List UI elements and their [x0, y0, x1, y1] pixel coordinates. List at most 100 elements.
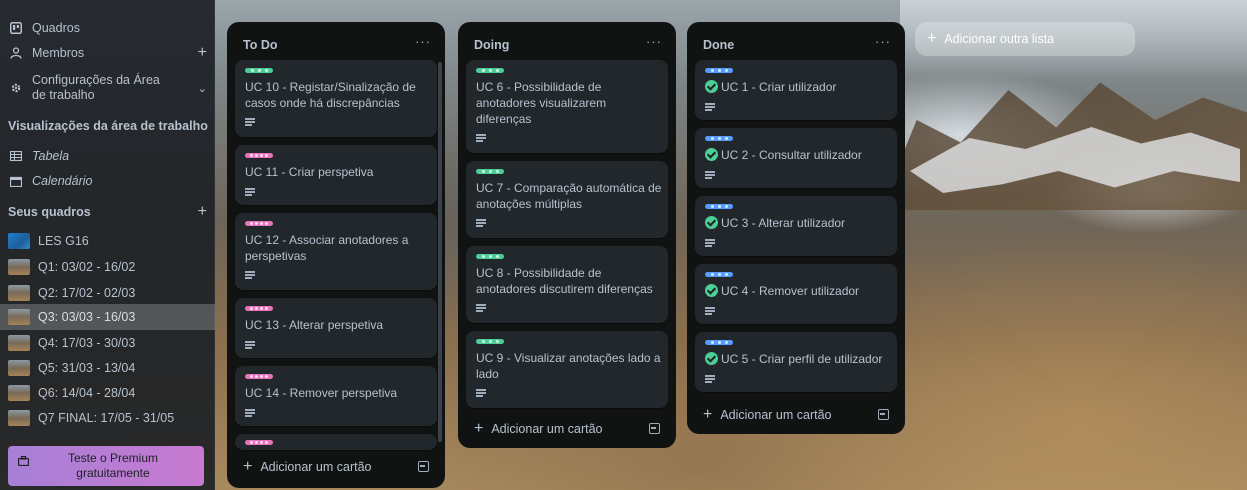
complete-check-icon[interactable]	[705, 352, 718, 365]
card-template-icon[interactable]	[649, 423, 660, 434]
card-label-green[interactable]	[476, 68, 504, 73]
briefcase-icon	[17, 455, 30, 469]
sidebar-item-membros[interactable]: Membros +	[0, 40, 215, 66]
sidebar-item-configuracoes[interactable]: Configurações da Área de trabalho ⌄	[0, 70, 215, 106]
plus-icon: +	[927, 30, 937, 47]
list-doing: Doing ··· UC 6 - Possibilidade de anotad…	[458, 22, 676, 448]
card-label-pink[interactable]	[245, 153, 273, 158]
card[interactable]: UC 6 - Possibilidade de anotadores visua…	[466, 60, 668, 153]
card-label-green[interactable]	[476, 254, 504, 259]
sidebar-item-label: Tabela	[32, 149, 70, 163]
board-thumbnail	[8, 335, 30, 351]
card-title-text: UC 2 - Consultar utilizador	[721, 148, 862, 162]
add-card-button[interactable]: + Adicionar um cartão	[243, 458, 372, 476]
plus-icon: +	[243, 458, 253, 475]
card[interactable]: UC 3 - Alterar utilizador	[695, 196, 897, 256]
add-card-button[interactable]: + Adicionar um cartão	[474, 420, 603, 438]
card-label-green[interactable]	[476, 339, 504, 344]
description-icon	[245, 188, 255, 196]
section-heading-visualizacoes: Visualizações da área de trabalho	[8, 119, 208, 133]
card-template-icon[interactable]	[418, 461, 429, 472]
card-title-text: UC 4 - Remover utilizador	[721, 284, 860, 298]
description-icon	[476, 219, 486, 227]
sidebar-board-item[interactable]: Q2: 17/02 - 02/03	[0, 280, 215, 306]
description-icon	[476, 134, 486, 142]
card[interactable]: UC 2 - Consultar utilizador	[695, 128, 897, 188]
card[interactable]: UC 9 - Visualizar anotações lado a lado	[466, 331, 668, 408]
description-icon	[705, 375, 715, 383]
add-list-button[interactable]: + Adicionar outra lista	[915, 22, 1135, 56]
card[interactable]: UC 8 - Possibilidade de anotadores discu…	[466, 246, 668, 323]
list-menu-icon[interactable]: ···	[646, 34, 662, 49]
chevron-down-icon[interactable]: ⌄	[198, 82, 207, 95]
board-label: Q5: 31/03 - 13/04	[38, 361, 136, 375]
list-menu-icon[interactable]: ···	[415, 34, 431, 49]
card-label-blue[interactable]	[705, 340, 733, 345]
description-icon	[245, 341, 255, 349]
sidebar-item-label: Membros	[32, 46, 85, 60]
list-title[interactable]: To Do	[243, 38, 277, 52]
complete-check-icon[interactable]	[705, 148, 718, 161]
card[interactable]: UC 1 - Criar utilizador	[695, 60, 897, 120]
sidebar-board-item-active[interactable]: Q3: 03/03 - 16/03	[0, 304, 215, 330]
card-label-blue[interactable]	[705, 68, 733, 73]
sidebar-board-item[interactable]: Q1: 03/02 - 16/02	[0, 254, 215, 280]
sidebar-item-calendario[interactable]: Calendário	[0, 168, 215, 194]
card-label-pink[interactable]	[245, 306, 273, 311]
card[interactable]: UC 10 - Registar/Sinalização de casos on…	[235, 60, 437, 137]
premium-trial-button[interactable]: Teste o Premium gratuitamente	[8, 446, 204, 486]
card[interactable]: UC 12 - Associar anotadores a perspetiva…	[235, 213, 437, 290]
sidebar-item-tabela[interactable]: Tabela	[0, 143, 215, 169]
board-icon	[8, 20, 24, 36]
complete-check-icon[interactable]	[705, 80, 718, 93]
complete-check-icon[interactable]	[705, 216, 718, 229]
sidebar-board-item[interactable]: Q6: 14/04 - 28/04	[0, 380, 215, 406]
list-title[interactable]: Doing	[474, 38, 509, 52]
card-label-blue[interactable]	[705, 136, 733, 141]
card-title: UC 13 - Alterar perspetiva	[245, 318, 384, 332]
list-title[interactable]: Done	[703, 38, 734, 52]
list-scrollbar[interactable]	[438, 62, 442, 442]
card-label-pink[interactable]	[245, 221, 273, 226]
card-title: UC 9 - Visualizar anotações lado a lado	[476, 351, 661, 381]
card-label-green[interactable]	[245, 68, 273, 73]
card[interactable]: UC 11 - Criar perspetiva	[235, 145, 437, 205]
card-title-text: UC 3 - Alterar utilizador	[721, 216, 846, 230]
description-icon	[245, 409, 255, 417]
card-label-green[interactable]	[476, 169, 504, 174]
sidebar-board-item[interactable]: Q5: 31/03 - 13/04	[0, 355, 215, 381]
card[interactable]: UC 14 - Remover perspetiva	[235, 366, 437, 426]
card-label-blue[interactable]	[705, 204, 733, 209]
card-label-pink[interactable]	[245, 440, 273, 445]
add-card-button[interactable]: + Adicionar um cartão	[703, 406, 832, 424]
card[interactable]	[235, 434, 437, 450]
card[interactable]: UC 5 - Criar perfil de utilizador	[695, 332, 897, 392]
board-thumbnail	[8, 285, 30, 301]
card-label-pink[interactable]	[245, 374, 273, 379]
add-board-plus-icon[interactable]: +	[198, 203, 207, 221]
card[interactable]: UC 7 - Comparação automática de anotaçõe…	[466, 161, 668, 238]
add-member-plus-icon[interactable]: +	[198, 44, 207, 62]
card[interactable]: UC 13 - Alterar perspetiva	[235, 298, 437, 358]
description-icon	[476, 304, 486, 312]
board-label: Q7 FINAL: 17/05 - 31/05	[38, 411, 175, 425]
card-title: UC 7 - Comparação automática de anotaçõe…	[476, 181, 662, 211]
card-title: UC 14 - Remover perspetiva	[245, 386, 398, 400]
list-menu-icon[interactable]: ···	[875, 34, 891, 49]
card-title: UC 11 - Criar perspetiva	[245, 165, 374, 179]
card[interactable]: UC 4 - Remover utilizador	[695, 264, 897, 324]
card-title: UC 3 - Alterar utilizador	[705, 215, 891, 231]
card-label-blue[interactable]	[705, 272, 733, 277]
add-card-label: Adicionar um cartão	[491, 422, 603, 436]
person-icon	[8, 45, 24, 61]
sidebar-board-item[interactable]: Q7 FINAL: 17/05 - 31/05	[0, 405, 215, 431]
list-to-do: To Do ··· UC 10 - Registar/Sinalização d…	[227, 22, 445, 488]
description-icon	[476, 389, 486, 397]
sidebar-board-item[interactable]: Q4: 17/03 - 30/03	[0, 330, 215, 356]
premium-label: Teste o Premium gratuitamente	[67, 451, 159, 480]
complete-check-icon[interactable]	[705, 284, 718, 297]
card-template-icon[interactable]	[878, 409, 889, 420]
sidebar-board-item[interactable]: LES G16	[0, 228, 215, 254]
sidebar-item-quadros[interactable]: Quadros	[0, 15, 215, 41]
card-title: UC 6 - Possibilidade de anotadores visua…	[476, 80, 607, 126]
